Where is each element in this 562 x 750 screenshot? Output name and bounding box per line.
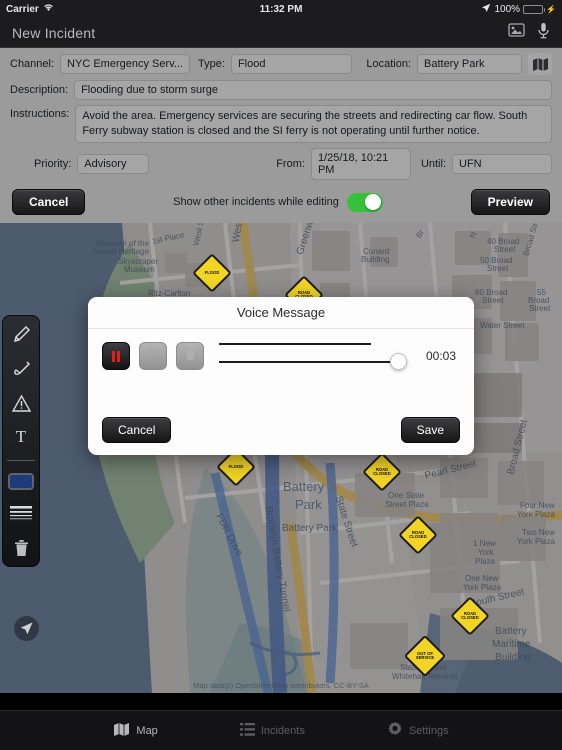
tab-settings-label: Settings	[408, 724, 449, 737]
play-icon	[148, 347, 159, 365]
marker-pen-icon[interactable]	[8, 324, 34, 346]
until-field[interactable]: UFN	[452, 154, 552, 174]
incident-sign-label: ROADCLOSED	[373, 466, 391, 476]
pause-icon	[111, 350, 121, 362]
show-other-incidents-toggle-group: Show other incidents while editing	[173, 192, 383, 212]
form-action-bar: Cancel Show other incidents while editin…	[0, 186, 562, 223]
tab-map-label: Map	[136, 724, 158, 737]
warning-triangle-icon[interactable]	[8, 392, 34, 414]
navigation-bar: New Incident	[0, 18, 562, 48]
carrier-label: Carrier	[6, 3, 39, 15]
dialog-header: Voice Message	[88, 297, 474, 329]
dialog-title: Voice Message	[236, 305, 326, 320]
trash-icon[interactable]	[8, 536, 34, 558]
play-button[interactable]	[139, 342, 167, 370]
type-label: Type:	[198, 58, 225, 70]
show-other-incidents-label: Show other incidents while editing	[173, 196, 339, 208]
dialog-cancel-button[interactable]: Cancel	[102, 417, 172, 443]
color-swatch[interactable]	[8, 473, 34, 490]
tab-incidents[interactable]: Incidents	[239, 722, 305, 739]
type-field[interactable]: Flood	[230, 54, 353, 74]
status-bar-left: Carrier	[6, 3, 54, 15]
form-row-channel-type-location: Channel: NYC Emergency Serv... Type: Flo…	[10, 53, 552, 75]
from-label: From:	[276, 158, 305, 170]
description-field[interactable]: Flooding due to storm surge	[74, 80, 552, 100]
list-icon	[239, 722, 255, 739]
wifi-icon	[43, 3, 54, 15]
progress-slider-track[interactable]	[219, 361, 407, 363]
tab-incidents-label: Incidents	[260, 724, 305, 737]
battery-charging-icon	[523, 4, 546, 14]
map-icon	[113, 722, 130, 740]
progress-slider-knob[interactable]	[390, 353, 407, 370]
tab-map[interactable]: Map	[113, 722, 158, 740]
level-meter	[219, 343, 372, 345]
toolbar-divider	[7, 460, 35, 461]
tab-bar: Map Incidents Settings	[0, 710, 562, 750]
from-field[interactable]: 1/25/18, 10:21 PM	[310, 148, 411, 180]
location-label: Location:	[366, 58, 411, 70]
map-attribution: Map data(c) OpenStreetMap contributors, …	[193, 681, 369, 690]
incident-sign-label: FLOOD	[204, 269, 220, 275]
status-bar-right: 100% ⚡	[481, 3, 556, 16]
tab-settings[interactable]: Settings	[387, 721, 449, 740]
priority-field[interactable]: Advisory	[77, 154, 150, 174]
delete-button[interactable]	[176, 342, 204, 370]
form-row-priority-dates: Priority: Advisory From: 1/25/18, 10:21 …	[10, 148, 552, 180]
until-label: Until:	[420, 158, 446, 170]
form-row-description: Description: Flooding due to storm surge	[10, 80, 552, 100]
instructions-field[interactable]: Avoid the area. Emergency services are s…	[75, 105, 552, 143]
audio-progress-area[interactable]	[219, 339, 407, 373]
pencil-icon[interactable]	[8, 358, 34, 380]
dialog-body: 00:03	[88, 329, 474, 417]
map-view[interactable]: Museum of the Jewish Heritage Skyscraper Mu…	[0, 223, 562, 693]
location-field[interactable]: Battery Park	[417, 54, 522, 74]
charging-bolt-icon: ⚡	[546, 4, 556, 14]
cancel-button[interactable]: Cancel	[12, 189, 86, 215]
description-label: Description:	[10, 84, 69, 96]
voice-message-dialog: Voice Message 00:03 Cancel Save	[88, 297, 474, 455]
dialog-footer: Cancel Save	[88, 417, 474, 455]
text-tool-icon[interactable]: T	[8, 426, 34, 448]
instructions-label: Instructions:	[10, 108, 70, 120]
page-title: New Incident	[12, 24, 96, 41]
microphone-icon[interactable]	[537, 22, 550, 44]
preview-button[interactable]: Preview	[470, 189, 550, 215]
incident-sign-label: FLOOD	[228, 463, 244, 469]
photo-icon[interactable]	[508, 23, 525, 42]
record-pause-button[interactable]	[102, 342, 130, 370]
show-other-incidents-toggle[interactable]	[346, 192, 383, 212]
battery-percent-label: 100%	[494, 3, 521, 15]
location-arrow-icon	[481, 3, 491, 16]
priority-label: Priority:	[34, 158, 72, 170]
line-width-icon[interactable]	[8, 502, 34, 524]
status-bar-clock: 11:32 PM	[259, 3, 303, 15]
channel-label: Channel:	[10, 58, 55, 70]
incident-sign-label: ROADCLOSED	[461, 610, 479, 620]
status-bar: Carrier 11:32 PM 100% ⚡	[0, 0, 562, 18]
duration-label: 00:03	[426, 349, 457, 363]
channel-field[interactable]: NYC Emergency Serv...	[60, 54, 191, 74]
incident-form: Channel: NYC Emergency Serv... Type: Flo…	[0, 48, 562, 186]
dialog-save-button[interactable]: Save	[400, 417, 460, 443]
locate-me-button[interactable]	[14, 616, 39, 641]
nav-actions	[508, 22, 550, 44]
incident-sign-label: ROADCLOSED	[409, 529, 427, 539]
audio-transport-controls: 00:03	[102, 339, 460, 373]
trash-icon	[184, 346, 197, 366]
map-picker-button[interactable]	[528, 53, 552, 75]
form-row-instructions: Instructions: Avoid the area. Emergency …	[10, 105, 552, 143]
gear-icon	[387, 721, 403, 740]
drawing-toolbar: T	[2, 315, 40, 567]
incident-sign-label: OUT OF SERVICE	[415, 650, 435, 660]
